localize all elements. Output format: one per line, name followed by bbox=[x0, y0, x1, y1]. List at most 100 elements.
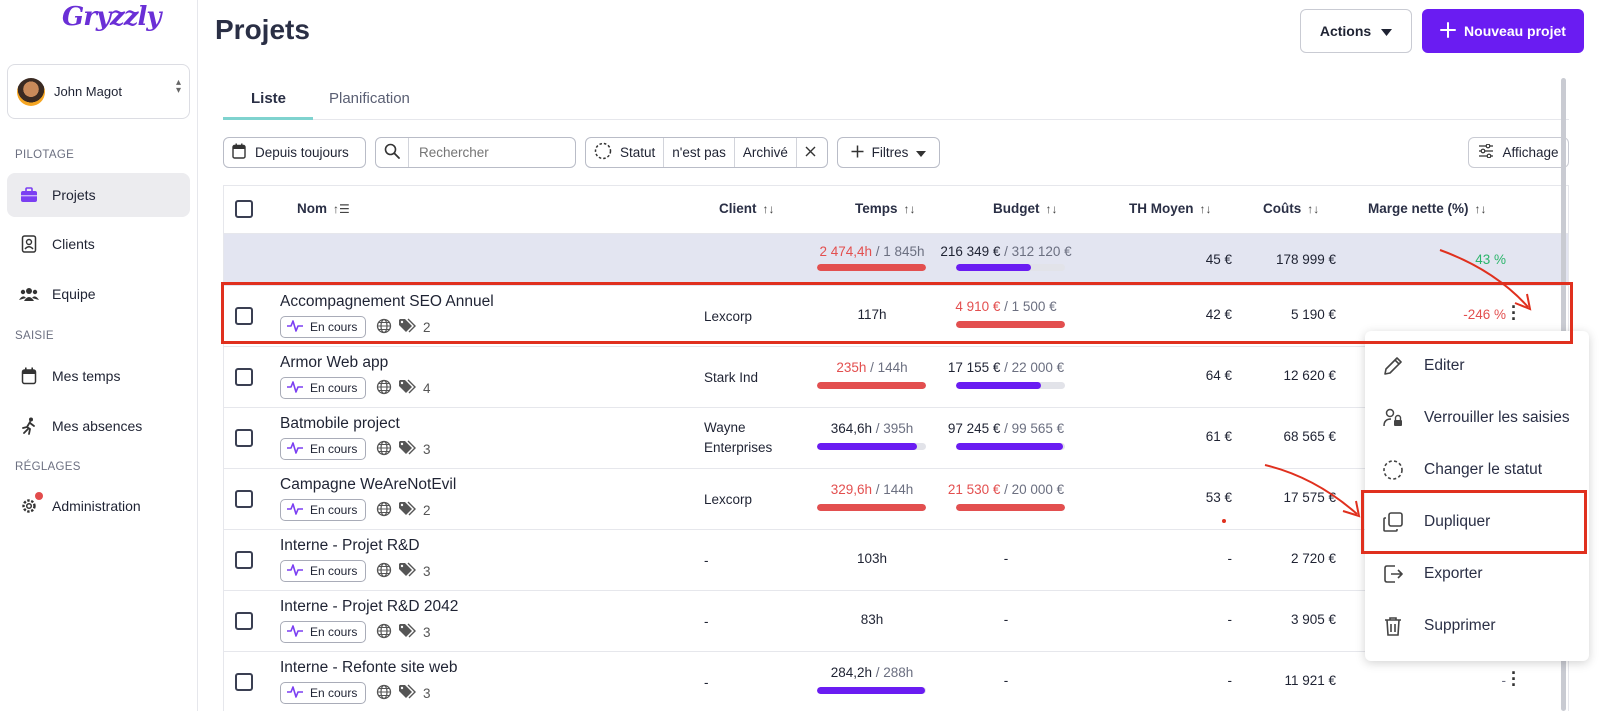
status-filter-value[interactable]: Archivé bbox=[735, 138, 797, 167]
sidebar-item-label: Mes temps bbox=[52, 368, 121, 384]
avatar bbox=[17, 77, 45, 106]
status-filter-operator[interactable]: n'est pas bbox=[664, 138, 735, 167]
row-checkbox[interactable] bbox=[235, 429, 253, 447]
row-checkbox[interactable] bbox=[235, 307, 253, 325]
costs-value: 12 620 € bbox=[1283, 368, 1336, 383]
client-name-line: Stark Ind bbox=[704, 370, 759, 385]
row-checkbox[interactable] bbox=[235, 490, 253, 508]
client-name-line: Wayne bbox=[704, 420, 746, 435]
tag-count: 3 bbox=[423, 625, 431, 640]
column-header-label: Client bbox=[719, 201, 757, 216]
activity-icon bbox=[287, 380, 303, 396]
column-header-name[interactable]: Nom ↑☰ bbox=[297, 201, 350, 216]
costs-value: 2 720 € bbox=[1290, 551, 1336, 566]
sidebar-item-clients[interactable]: Clients bbox=[7, 222, 190, 266]
status-badge[interactable]: En cours bbox=[280, 621, 367, 643]
period-filter[interactable]: Depuis toujours bbox=[223, 137, 366, 168]
sidebar-item-label: Mes absences bbox=[52, 418, 143, 434]
tag-icon bbox=[398, 501, 417, 520]
menu-item-lock[interactable]: Verrouiller les saisies bbox=[1365, 393, 1589, 443]
menu-item-export[interactable]: Exporter bbox=[1365, 549, 1589, 599]
menu-item-edit[interactable]: Editer bbox=[1365, 341, 1589, 391]
time-used: 117h bbox=[857, 307, 887, 322]
briefcase-icon bbox=[19, 185, 39, 205]
search-field[interactable] bbox=[375, 137, 576, 168]
remove-filter-button[interactable] bbox=[797, 138, 824, 167]
menu-item-delete[interactable]: Supprimer bbox=[1365, 601, 1589, 651]
row-checkbox[interactable] bbox=[235, 673, 253, 691]
row-checkbox[interactable] bbox=[235, 551, 253, 569]
new-project-button[interactable]: Nouveau projet bbox=[1422, 9, 1584, 53]
column-header-client[interactable]: Client ↑↓ bbox=[719, 201, 775, 216]
status-badge[interactable]: En cours bbox=[280, 438, 367, 460]
column-header-label: TH Moyen bbox=[1129, 201, 1194, 216]
status-badge[interactable]: En cours bbox=[280, 682, 367, 704]
column-header-margin[interactable]: Marge nette (%) ↑↓ bbox=[1368, 201, 1487, 216]
sidebar-item-mes-temps[interactable]: Mes temps bbox=[7, 354, 190, 398]
budget-progress-bar bbox=[956, 382, 1065, 389]
row-menu-kebab-icon[interactable]: ··· bbox=[1509, 664, 1519, 694]
menu-item-duplicate[interactable]: Dupliquer bbox=[1365, 497, 1589, 547]
column-header-th[interactable]: TH Moyen ↑↓ bbox=[1129, 201, 1212, 216]
budget-used: - bbox=[1003, 551, 1009, 566]
project-name[interactable]: Interne - Projet R&D bbox=[280, 537, 420, 555]
budget-value: - bbox=[931, 673, 1081, 688]
project-meta: 3 bbox=[376, 623, 431, 642]
summary-time: 2 474,4h / 1 845h bbox=[819, 244, 925, 259]
budget-progress-bar bbox=[956, 504, 1065, 511]
status-filter-chip[interactable]: Statut n'est pas Archivé bbox=[585, 137, 828, 168]
tab-planification[interactable]: Planification bbox=[329, 90, 410, 107]
project-meta: 3 bbox=[376, 562, 431, 581]
row-checkbox[interactable] bbox=[235, 368, 253, 386]
notification-dot bbox=[35, 492, 43, 500]
time-total: / 395h bbox=[872, 421, 914, 436]
status-label: En cours bbox=[310, 320, 358, 334]
display-button[interactable]: Affichage bbox=[1468, 137, 1569, 168]
globe-icon bbox=[376, 684, 392, 703]
sidebar-item-mes-absences[interactable]: Mes absences bbox=[7, 404, 190, 448]
sidebar-item-projets[interactable]: Projets bbox=[7, 173, 190, 217]
status-label: En cours bbox=[310, 503, 358, 517]
column-header-time[interactable]: Temps ↑↓ bbox=[855, 201, 916, 216]
time-progress-bar bbox=[817, 443, 926, 450]
row-actions-menu: Editer Verrouiller les saisies Changer l… bbox=[1365, 331, 1589, 661]
row-menu-kebab-icon[interactable]: ··· bbox=[1509, 298, 1519, 328]
status-badge[interactable]: En cours bbox=[280, 560, 367, 582]
filters-button[interactable]: Filtres bbox=[837, 137, 940, 168]
display-label: Affichage bbox=[1502, 145, 1559, 160]
status-label: En cours bbox=[310, 686, 358, 700]
user-switcher[interactable]: John Magot ▴ ▾ bbox=[7, 64, 190, 119]
sidebar-item-equipe[interactable]: Equipe bbox=[7, 272, 190, 316]
app-logo[interactable]: Gryzzly bbox=[62, 2, 162, 32]
sidebar-item-administration[interactable]: Administration bbox=[7, 484, 190, 528]
chevron-up-down-icon: ▴ ▾ bbox=[175, 77, 181, 96]
project-name[interactable]: Armor Web app bbox=[280, 354, 388, 372]
sidebar: Gryzzly John Magot ▴ ▾ PILOTAGE Projets C… bbox=[0, 0, 198, 711]
row-checkbox[interactable] bbox=[235, 612, 253, 630]
margin-value: -246 % bbox=[1463, 307, 1506, 322]
search-input[interactable] bbox=[419, 145, 569, 160]
project-name[interactable]: Accompagnement SEO Annuel bbox=[280, 293, 494, 311]
dashed-circle-icon bbox=[1381, 458, 1405, 482]
table-row[interactable]: Interne - Refonte site web En cours 3 - … bbox=[224, 652, 1568, 711]
column-header-budget[interactable]: Budget ↑↓ bbox=[993, 201, 1058, 216]
status-badge[interactable]: En cours bbox=[280, 377, 367, 399]
menu-item-label: Dupliquer bbox=[1424, 513, 1491, 530]
close-icon bbox=[805, 145, 816, 160]
menu-item-status[interactable]: Changer le statut bbox=[1365, 445, 1589, 495]
status-badge[interactable]: En cours bbox=[280, 499, 367, 521]
project-name[interactable]: Batmobile project bbox=[280, 415, 400, 433]
tab-liste[interactable]: Liste bbox=[251, 90, 286, 107]
table-header: Nom ↑☰ Client ↑↓ Temps ↑↓ Budget ↑↓ TH Moyen… bbox=[224, 186, 1568, 234]
client-name: Lexcorp bbox=[704, 490, 752, 510]
status-badge[interactable]: En cours bbox=[280, 316, 367, 338]
project-name[interactable]: Campagne WeAreNotEvil bbox=[280, 476, 456, 494]
column-header-costs[interactable]: Coûts ↑↓ bbox=[1263, 201, 1319, 216]
select-all-checkbox[interactable] bbox=[235, 200, 253, 218]
budget-used: 21 530 € bbox=[947, 482, 1001, 497]
project-name[interactable]: Interne - Refonte site web bbox=[280, 659, 458, 677]
tag-icon bbox=[398, 684, 417, 703]
actions-button[interactable]: Actions bbox=[1300, 9, 1412, 53]
project-name[interactable]: Interne - Projet R&D 2042 bbox=[280, 598, 458, 616]
globe-icon bbox=[376, 379, 392, 398]
